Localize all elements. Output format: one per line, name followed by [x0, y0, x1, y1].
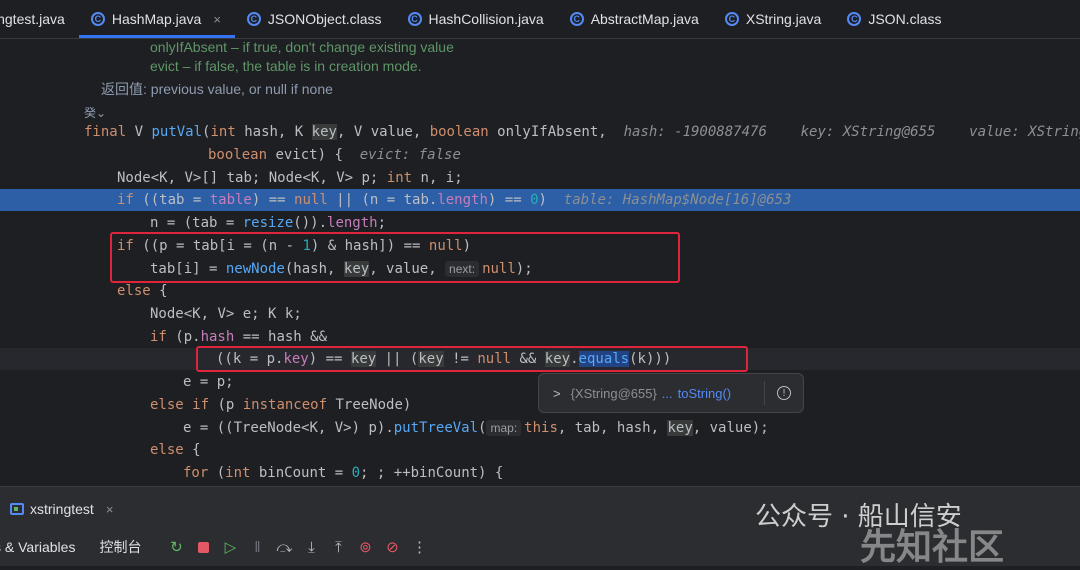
- code-line: boolean evict) { evict: false: [208, 147, 461, 163]
- param-hint-map: map:: [486, 420, 522, 436]
- inline-value-hash: hash: -1900887476: [623, 124, 767, 140]
- chevron-right-icon[interactable]: >: [553, 386, 561, 401]
- tab-label: JSON.class: [868, 11, 942, 27]
- code-line: final V putVal(int hash, K key, V value,…: [84, 121, 1080, 143]
- java-class-icon: C: [90, 12, 105, 26]
- tab-threads-variables[interactable]: s & Variables: [0, 539, 75, 555]
- inline-value-evict: evict: false: [359, 147, 461, 163]
- popup-object: {XString@655}: [570, 385, 657, 401]
- java-class-icon: C: [847, 12, 862, 26]
- code-line: n = (tab = resize()).length;: [150, 215, 387, 231]
- tab-label: HashMap.java: [111, 11, 202, 27]
- close-icon[interactable]: ×: [213, 12, 221, 27]
- tab-abstractmap[interactable]: C AbstractMap.java: [558, 0, 713, 38]
- tab-label: XString.java: [745, 11, 822, 27]
- tab-jsonobject[interactable]: C JSONObject.class: [235, 0, 396, 38]
- java-class-icon: C: [407, 12, 422, 26]
- fold-toggle-icon[interactable]: 癸⌄: [84, 104, 106, 121]
- doc-param-evict: evict – if false, the table is in creati…: [150, 58, 422, 74]
- code-line: else {: [150, 442, 201, 458]
- code-line: if (p.hash == hash &&: [150, 329, 328, 345]
- inline-value-table: table: HashMap$Node[16]@653: [563, 192, 792, 208]
- debug-session-icon: [10, 503, 24, 515]
- popup-ellipsis: ...: [661, 385, 673, 401]
- step-over-icon[interactable]: ⤼: [273, 536, 295, 558]
- stop-icon[interactable]: [192, 536, 214, 558]
- pause-icon[interactable]: ‖: [246, 536, 268, 558]
- code-line: else {: [117, 283, 168, 299]
- debug-session-tab[interactable]: xstringtest ×: [0, 491, 113, 527]
- doc-returns: 返回值: previous value, or null if none: [101, 81, 333, 97]
- tab-hashcollision[interactable]: C HashCollision.java: [396, 0, 558, 38]
- java-class-icon: C: [246, 12, 261, 26]
- debug-toolbar: s & Variables 控制台 ↻ ▷ ‖ ⤼ ⤓ ⤒ ⊚ ⊘ ⋮: [0, 533, 435, 561]
- highlight-box-equals: [196, 346, 748, 372]
- info-icon[interactable]: !: [777, 386, 791, 400]
- tab-json[interactable]: C JSON.class: [835, 0, 955, 38]
- code-editor[interactable]: onlyIfAbsent – if true, don't change exi…: [0, 39, 1080, 485]
- code-line: Node<K, V>[] tab; Node<K, V> p; int n, i…: [117, 170, 463, 186]
- tab-label: AbstractMap.java: [590, 11, 699, 27]
- inline-value-value: value: XString@: [969, 124, 1080, 140]
- highlight-box-newnode: [110, 232, 680, 283]
- step-into-icon[interactable]: ⤓: [300, 536, 322, 558]
- editor-tab-bar: ingtest.java C HashMap.java × C JSONObje…: [0, 0, 1080, 39]
- doc-param-onlyifabsent: onlyIfAbsent – if true, don't change exi…: [150, 39, 454, 55]
- tab-label: JSONObject.class: [267, 11, 382, 27]
- mute-breakpoints-icon[interactable]: ⊘: [381, 536, 403, 558]
- evaluate-popup[interactable]: > {XString@655} ... toString() !: [538, 373, 804, 413]
- resume-icon[interactable]: ▷: [219, 536, 241, 558]
- rerun-icon[interactable]: ↻: [165, 536, 187, 558]
- tostring-link[interactable]: toString(): [678, 386, 731, 401]
- tab-hashmap[interactable]: C HashMap.java ×: [79, 0, 235, 38]
- tab-label: HashCollision.java: [428, 11, 544, 27]
- close-icon[interactable]: ×: [106, 502, 114, 517]
- code-line: e = ((TreeNode<K, V>) p).putTreeVal(map:…: [183, 420, 769, 436]
- java-class-icon: C: [724, 12, 739, 26]
- divider: [764, 381, 765, 405]
- tab-label: ingtest.java: [0, 11, 65, 27]
- step-out-icon[interactable]: ⤒: [327, 536, 349, 558]
- inline-value-key: key: XString@655: [800, 124, 936, 140]
- java-class-icon: C: [569, 12, 584, 26]
- tab-xstring[interactable]: C XString.java: [713, 0, 835, 38]
- watermark-secondary: 先知社区: [860, 527, 1005, 568]
- tab-console[interactable]: 控制台: [99, 537, 141, 557]
- execution-point-line: if ((tab = table) == null || (n = tab.le…: [0, 189, 1080, 211]
- tab-xstringtest[interactable]: ingtest.java: [0, 0, 79, 38]
- view-breakpoints-icon[interactable]: ⊚: [354, 536, 376, 558]
- code-line: Node<K, V> e; K k;: [150, 306, 302, 322]
- more-options-icon[interactable]: ⋮: [408, 536, 430, 558]
- code-line: for (int binCount = 0; ; ++binCount) {: [183, 465, 504, 481]
- debug-session-label: xstringtest: [30, 501, 94, 517]
